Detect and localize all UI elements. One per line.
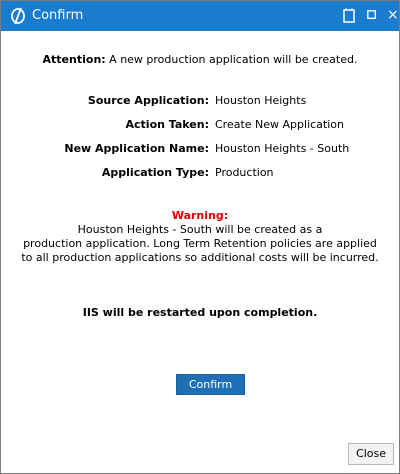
detail-row-new-name: New Application Name: Houston Heights - … [1, 141, 399, 156]
dialog-title: Confirm [32, 8, 84, 23]
attention-text: A new production application will be cre… [105, 53, 358, 66]
detail-label: New Application Name: [64, 142, 209, 155]
detail-value: Houston Heights - South [215, 142, 350, 155]
close-icon[interactable]: × [387, 7, 399, 23]
confirm-button[interactable]: Confirm [176, 374, 245, 395]
restart-notice: IIS will be restarted upon completion. [82, 306, 318, 319]
title-bar[interactable]: Confirm × [1, 1, 399, 31]
document-icon[interactable] [342, 8, 356, 24]
detail-row-action: Action Taken: Create New Application [1, 117, 399, 132]
warning-line: production application. Long Term Retent… [23, 237, 377, 250]
detail-row-source: Source Application: Houston Heights [1, 93, 399, 108]
detail-label: Action Taken: [125, 118, 210, 131]
app-logo-icon [11, 7, 25, 25]
detail-label: Application Type: [101, 166, 209, 179]
warning-line: Houston Heights - South will be created … [77, 223, 323, 236]
detail-value: Create New Application [215, 118, 344, 131]
close-button[interactable]: Close [348, 443, 394, 465]
maximize-icon[interactable] [367, 10, 377, 20]
attention-message: Attention: A new production application … [1, 52, 399, 67]
detail-row-type: Application Type: Production [1, 165, 399, 180]
warning-title: Warning: [171, 209, 229, 222]
warning-line: to all production applications so additi… [21, 251, 379, 264]
detail-value: Production [215, 166, 274, 179]
detail-label: Source Application: [87, 94, 209, 107]
dialog-content: Attention: A new production application … [1, 31, 399, 473]
detail-value: Houston Heights [215, 94, 307, 107]
confirm-dialog: Confirm × Attention: A new production ap… [0, 0, 400, 474]
attention-label: Attention: [42, 53, 106, 66]
